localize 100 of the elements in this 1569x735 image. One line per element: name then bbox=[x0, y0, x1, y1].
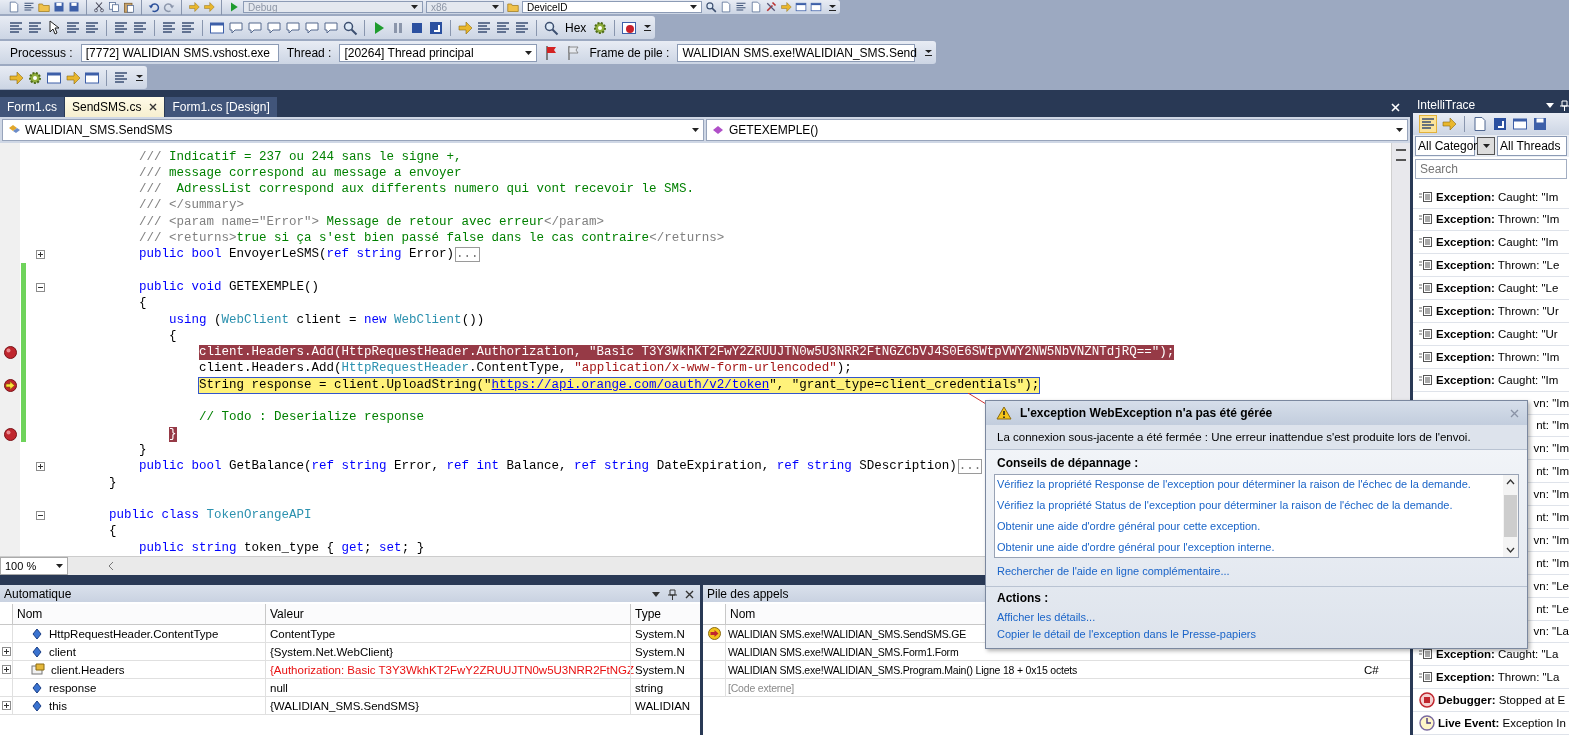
search-icon[interactable] bbox=[342, 19, 358, 36]
speech-bubble-icon[interactable] bbox=[304, 19, 320, 36]
list-icon[interactable] bbox=[735, 1, 747, 13]
list-icon[interactable] bbox=[113, 69, 129, 86]
tip-link[interactable]: Obtenir une aide d'ordre général pour l'exception interne. bbox=[997, 539, 1275, 556]
stack-frame-cell[interactable]: [Code externe] bbox=[725, 679, 1360, 697]
document-tab[interactable]: Form1.cs bbox=[0, 97, 64, 117]
close-icon[interactable] bbox=[685, 590, 694, 600]
search-field[interactable]: Search bbox=[1415, 159, 1567, 179]
event-text[interactable]: vn: "Im bbox=[1533, 488, 1569, 501]
speech-bubble-icon[interactable] bbox=[247, 19, 263, 36]
document-tab[interactable]: Form1.cs [Design] bbox=[165, 97, 277, 117]
speech-bubble-icon[interactable] bbox=[285, 19, 301, 36]
toolbar-overflow-icon[interactable] bbox=[925, 48, 933, 57]
undo-icon[interactable] bbox=[148, 1, 160, 13]
list-icon[interactable] bbox=[132, 19, 148, 36]
event-entry[interactable]: Exception: Thrown: "Ur bbox=[1436, 305, 1559, 317]
expand-icon[interactable] bbox=[1, 701, 11, 711]
event-entry[interactable]: Exception: Caught: "La bbox=[1436, 648, 1559, 661]
list-icon[interactable] bbox=[84, 19, 100, 36]
event-entry[interactable]: Exception: Caught: "Im bbox=[1436, 373, 1559, 386]
save-icon[interactable] bbox=[1532, 116, 1548, 133]
thread-filter-combo[interactable]: All Threads bbox=[1497, 136, 1567, 157]
breakpoint-icon[interactable] bbox=[3, 427, 17, 441]
column-header[interactable]: Valeur bbox=[265, 604, 630, 625]
flagoutline-icon[interactable] bbox=[565, 44, 582, 61]
speech-bubble-icon[interactable] bbox=[228, 19, 244, 36]
list-icon[interactable] bbox=[476, 19, 492, 36]
event-entry[interactable]: Exception: Caught: "Im bbox=[1436, 190, 1559, 203]
toolbar-combo[interactable]: DeviceID bbox=[522, 1, 702, 13]
clipboard-icon[interactable] bbox=[123, 1, 135, 13]
event-text[interactable]: vn: "La bbox=[1533, 625, 1569, 638]
restart-icon[interactable] bbox=[1492, 116, 1508, 133]
event-text[interactable]: vn: "Im bbox=[1533, 442, 1569, 455]
breakpoint-icon[interactable] bbox=[3, 346, 17, 360]
collapse-icon[interactable] bbox=[35, 282, 45, 292]
collapsed-code-marker[interactable]: ... bbox=[455, 247, 480, 263]
copy-icon[interactable] bbox=[108, 1, 120, 13]
event-entry[interactable]: Exception: Caught: "Le bbox=[1436, 282, 1559, 295]
help-link[interactable]: Rechercher de l'aide en ligne complémentaire... bbox=[997, 563, 1230, 580]
event-entry[interactable]: Live Event: Exception In bbox=[1438, 717, 1566, 730]
list-icon[interactable] bbox=[180, 19, 196, 36]
zoom-combo[interactable]: 100 % bbox=[0, 557, 68, 576]
event-text[interactable]: vn: "Im bbox=[1533, 533, 1569, 546]
save-icon[interactable] bbox=[68, 1, 80, 13]
tip-link[interactable]: Vérifiez la propriété Response de l'exception pour déterminer la raison de l'échec de la demande. bbox=[997, 476, 1471, 493]
event-entry[interactable]: Exception: Thrown: "La bbox=[1436, 671, 1560, 684]
list-icon[interactable] bbox=[8, 19, 24, 36]
list-icon[interactable] bbox=[161, 19, 177, 36]
expand-icon[interactable] bbox=[1, 665, 11, 675]
scissors-icon[interactable] bbox=[93, 1, 105, 13]
column-header[interactable]: Type bbox=[630, 604, 700, 625]
window-icon[interactable] bbox=[46, 69, 62, 86]
window-icon[interactable] bbox=[1512, 116, 1528, 133]
event-entry[interactable]: Exception: Caught: "Ur bbox=[1436, 327, 1558, 340]
search-icon[interactable] bbox=[705, 1, 717, 13]
event-text[interactable]: nt: "Im bbox=[1536, 511, 1569, 524]
action-link[interactable]: Afficher les détails... bbox=[997, 609, 1096, 626]
page-icon[interactable] bbox=[1472, 116, 1488, 133]
window-icon[interactable] bbox=[209, 19, 225, 36]
pin-icon[interactable] bbox=[668, 589, 677, 601]
action-link[interactable]: Copier le détail de l'exception dans le Presse-papiers bbox=[997, 626, 1256, 643]
pointer-icon[interactable] bbox=[46, 19, 62, 36]
speech-bubble-icon[interactable] bbox=[323, 19, 339, 36]
event-entry[interactable]: Exception: Thrown: "Le bbox=[1436, 259, 1560, 272]
breakpoint-icon[interactable] bbox=[621, 19, 638, 36]
document-tab[interactable]: SendSMS.cs bbox=[65, 97, 165, 117]
toolbar-overflow-icon[interactable] bbox=[136, 73, 143, 82]
list-scrollbar[interactable] bbox=[1503, 475, 1518, 557]
scroll-down-icon[interactable] bbox=[1506, 547, 1515, 553]
event-entry[interactable]: Exception: Thrown: "Im bbox=[1436, 350, 1560, 363]
gear-icon[interactable] bbox=[27, 69, 43, 86]
event-text[interactable]: nt: "Im bbox=[1536, 556, 1569, 569]
wrench-icon[interactable] bbox=[765, 1, 777, 13]
expand-icon[interactable] bbox=[35, 250, 45, 260]
event-entry[interactable]: Exception: Thrown: "Im bbox=[1436, 213, 1560, 226]
type-combo[interactable]: WALIDIAN_SMS.SendSMS bbox=[2, 118, 704, 141]
window-icon[interactable] bbox=[84, 69, 100, 86]
save-icon[interactable] bbox=[53, 1, 65, 13]
event-text[interactable]: nt: "Im bbox=[1536, 419, 1569, 432]
column-header[interactable]: Nom bbox=[12, 604, 265, 625]
hex-button[interactable]: Hex bbox=[562, 20, 590, 35]
event-entry[interactable]: Exception: Caught: "Im bbox=[1436, 236, 1559, 249]
list-icon[interactable] bbox=[113, 19, 129, 36]
member-combo[interactable]: GETEXEMPLE() bbox=[706, 118, 1408, 141]
event-text[interactable]: vn: "Le bbox=[1533, 579, 1569, 592]
collapsed-code-marker[interactable]: ... bbox=[957, 459, 983, 475]
event-text[interactable]: nt: "Le bbox=[1536, 602, 1569, 615]
dropdown-icon[interactable] bbox=[652, 592, 660, 598]
link[interactable]: https://api.orange.com/oauth/v2/token bbox=[491, 377, 770, 392]
list-icon[interactable] bbox=[495, 19, 511, 36]
scroll-up-icon[interactable] bbox=[1506, 479, 1515, 485]
list-icon[interactable] bbox=[23, 1, 35, 13]
gear-icon[interactable] bbox=[592, 19, 609, 36]
tip-link[interactable]: Obtenir une aide d'ordre général pour cette exception. bbox=[997, 518, 1261, 535]
stack-frame-cell[interactable]: WALIDIAN SMS.exe!WALIDIAN_SMS.Program.Main() Ligne 18 + 0x15 octets bbox=[725, 661, 1360, 679]
expand-icon[interactable] bbox=[1, 647, 11, 657]
event-text[interactable]: nt: "Im bbox=[1536, 465, 1569, 478]
tip-link[interactable]: Vérifiez la propriété Status de l'exception pour déterminer la raison de l'échec de la demande. bbox=[997, 497, 1453, 514]
window-icon[interactable] bbox=[795, 1, 807, 13]
